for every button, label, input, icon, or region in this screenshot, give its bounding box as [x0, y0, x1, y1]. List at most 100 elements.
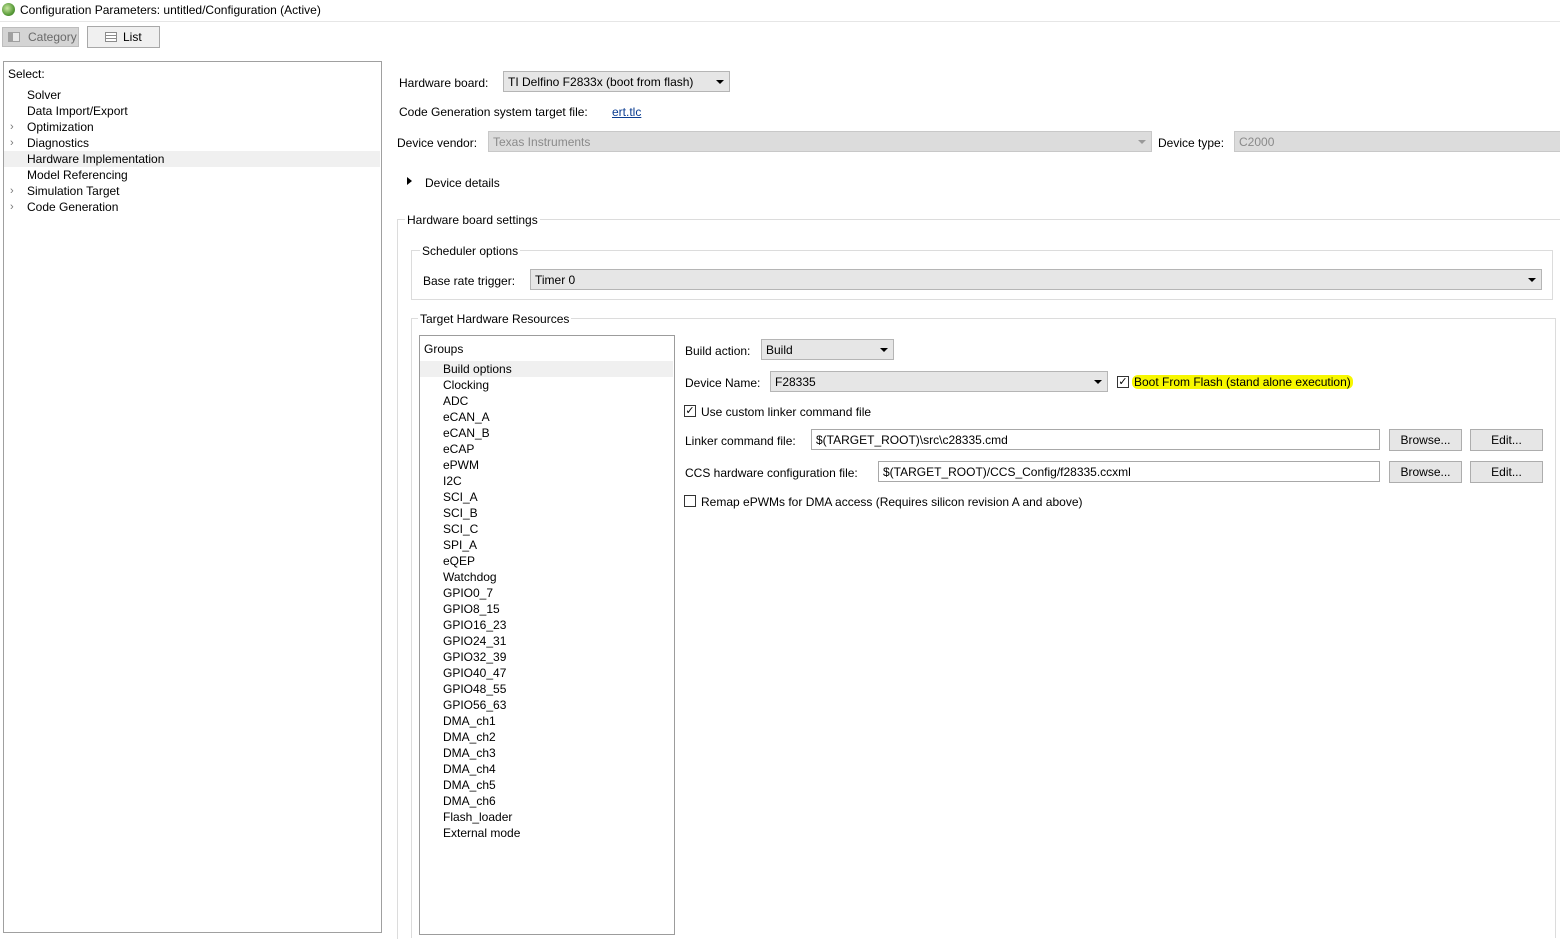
group-item[interactable]: Build options	[420, 361, 673, 377]
device-details-label[interactable]: Device details	[425, 176, 500, 190]
group-item[interactable]: DMA_ch1	[420, 713, 673, 729]
group-item[interactable]: GPIO8_15	[420, 601, 673, 617]
title-divider	[0, 21, 1560, 22]
device-type-value: C2000	[1239, 135, 1275, 149]
device-details-expander[interactable]	[407, 177, 412, 185]
chevron-down-icon	[1094, 380, 1102, 384]
list-label: List	[123, 30, 142, 44]
device-type-field: C2000	[1234, 131, 1560, 152]
boot-from-flash-label: Boot From Flash (stand alone execution)	[1132, 375, 1353, 389]
tree-item-label: Code Generation	[27, 200, 119, 214]
group-item-label: GPIO8_15	[443, 602, 500, 616]
codegen-target-label: Code Generation system target file:	[399, 105, 588, 119]
group-item[interactable]: SCI_A	[420, 489, 673, 505]
ccs-config-value: $(TARGET_ROOT)/CCS_Config/f28335.ccxml	[883, 465, 1131, 479]
chevron-right-icon[interactable]: ›	[10, 199, 14, 215]
remap-epwm-checkbox[interactable]	[684, 495, 696, 507]
group-item-label: ADC	[443, 394, 469, 408]
group-item[interactable]: DMA_ch5	[420, 777, 673, 793]
group-item[interactable]: SCI_C	[420, 521, 673, 537]
tree-item-label: Optimization	[27, 120, 94, 134]
remap-epwm-label: Remap ePWMs for DMA access (Requires sil…	[701, 495, 1083, 509]
group-item-label: GPIO0_7	[443, 586, 494, 600]
tree-item[interactable]: › Code Generation	[4, 199, 380, 215]
chevron-down-icon	[1138, 140, 1146, 144]
linker-browse-button[interactable]: Browse...	[1389, 429, 1462, 451]
device-name-select[interactable]: F28335	[770, 371, 1108, 392]
group-item[interactable]: GPIO32_39	[420, 649, 673, 665]
hardware-board-select[interactable]: TI Delfino F2833x (boot from flash)	[503, 71, 730, 92]
base-rate-label: Base rate trigger:	[423, 274, 516, 288]
checkmark-icon: ✓	[685, 405, 695, 417]
build-action-select[interactable]: Build	[761, 339, 894, 360]
group-item[interactable]: Clocking	[420, 377, 673, 393]
device-name-label: Device Name:	[685, 376, 761, 390]
chevron-right-icon[interactable]: ›	[10, 135, 14, 151]
group-item[interactable]: GPIO48_55	[420, 681, 673, 697]
window-title: Configuration Parameters: untitled/Confi…	[20, 3, 321, 17]
category-view-button[interactable]: Category	[2, 27, 79, 47]
group-item[interactable]: GPIO16_23	[420, 617, 673, 633]
group-item[interactable]: External mode	[420, 825, 673, 841]
tree-item[interactable]: Hardware Implementation	[4, 151, 380, 167]
group-item-label: DMA_ch4	[443, 762, 496, 776]
group-item[interactable]: DMA_ch6	[420, 793, 673, 809]
chevron-right-icon[interactable]: ›	[10, 183, 14, 199]
group-item-label: GPIO16_23	[443, 618, 507, 632]
tree-item[interactable]: Model Referencing	[4, 167, 380, 183]
build-action-value: Build	[766, 343, 793, 357]
linker-file-input[interactable]: $(TARGET_ROOT)\src\c28335.cmd	[811, 429, 1380, 450]
group-item[interactable]: DMA_ch3	[420, 745, 673, 761]
ccs-config-input[interactable]: $(TARGET_ROOT)/CCS_Config/f28335.ccxml	[878, 461, 1380, 482]
chevron-down-icon	[1528, 278, 1536, 282]
category-icon	[8, 32, 20, 42]
group-item[interactable]: GPIO0_7	[420, 585, 673, 601]
tree-item[interactable]: › Diagnostics	[4, 135, 380, 151]
group-item[interactable]: Watchdog	[420, 569, 673, 585]
list-icon	[105, 32, 117, 42]
tree-item[interactable]: › Simulation Target	[4, 183, 380, 199]
group-item[interactable]: eCAN_B	[420, 425, 673, 441]
base-rate-select[interactable]: Timer 0	[530, 269, 1542, 290]
group-item[interactable]: GPIO56_63	[420, 697, 673, 713]
custom-linker-checkbox[interactable]: ✓	[684, 405, 696, 417]
tree-item[interactable]: Data Import/Export	[4, 103, 380, 119]
group-item[interactable]: DMA_ch2	[420, 729, 673, 745]
group-item-label: GPIO32_39	[443, 650, 507, 664]
device-vendor-select: Texas Instruments	[488, 131, 1152, 152]
group-item-label: eCAP	[443, 442, 475, 456]
tree-item[interactable]: › Optimization	[4, 119, 380, 135]
chevron-right-icon[interactable]: ›	[10, 119, 14, 135]
group-item-label: External mode	[443, 826, 521, 840]
device-vendor-value: Texas Instruments	[493, 135, 591, 149]
ccs-browse-button[interactable]: Browse...	[1389, 461, 1462, 483]
group-item[interactable]: eCAN_A	[420, 409, 673, 425]
group-item-label: GPIO48_55	[443, 682, 507, 696]
group-item[interactable]: Flash_loader	[420, 809, 673, 825]
group-item[interactable]: SCI_B	[420, 505, 673, 521]
tree-item[interactable]: Solver	[4, 87, 380, 103]
group-item[interactable]: DMA_ch4	[420, 761, 673, 777]
group-item-label: DMA_ch6	[443, 794, 496, 808]
simulink-app-icon	[2, 3, 15, 16]
boot-from-flash-checkbox[interactable]: ✓	[1117, 376, 1129, 388]
group-item-label: Flash_loader	[443, 810, 513, 824]
codegen-target-link[interactable]: ert.tlc	[612, 105, 641, 119]
tree-item-label: Model Referencing	[27, 168, 128, 182]
group-item[interactable]: GPIO40_47	[420, 665, 673, 681]
linker-edit-button[interactable]: Edit...	[1470, 429, 1543, 451]
group-item-label: Clocking	[443, 378, 490, 392]
group-item[interactable]: I2C	[420, 473, 673, 489]
ccs-edit-button[interactable]: Edit...	[1470, 461, 1543, 483]
list-view-button[interactable]: List	[87, 26, 160, 48]
group-item[interactable]: ADC	[420, 393, 673, 409]
group-item[interactable]: SPI_A	[420, 537, 673, 553]
group-item[interactable]: eCAP	[420, 441, 673, 457]
device-name-value: F28335	[775, 375, 816, 389]
group-item[interactable]: GPIO24_31	[420, 633, 673, 649]
chevron-down-icon	[880, 348, 888, 352]
group-item-label: DMA_ch2	[443, 730, 496, 744]
group-item[interactable]: eQEP	[420, 553, 673, 569]
group-item[interactable]: ePWM	[420, 457, 673, 473]
hardware-board-settings-title: Hardware board settings	[405, 213, 540, 227]
